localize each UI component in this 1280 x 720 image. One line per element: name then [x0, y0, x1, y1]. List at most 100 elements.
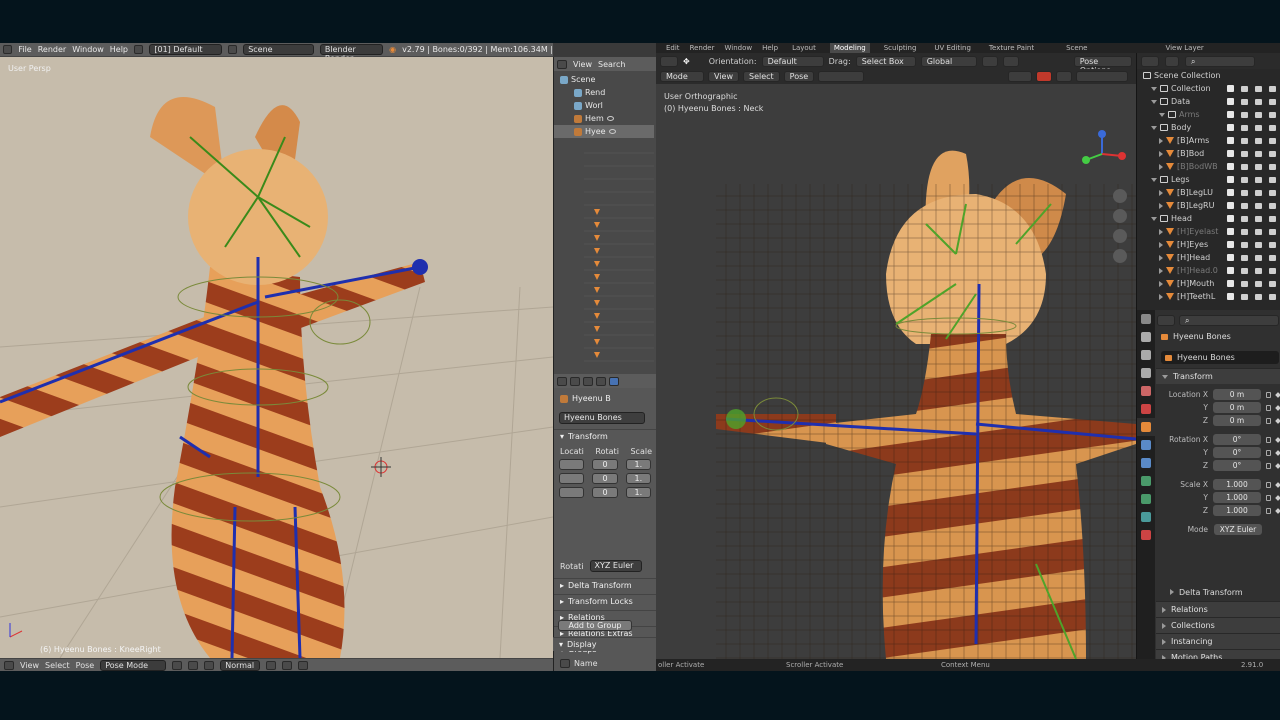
- modifier-tab[interactable]: [1137, 436, 1155, 454]
- snap-icon[interactable]: [282, 660, 293, 670]
- proportional-icon[interactable]: [1002, 55, 1019, 67]
- select-icon[interactable]: [1241, 85, 1248, 92]
- expand-chevron-icon[interactable]: [1159, 228, 1163, 235]
- bone-tab-icon[interactable]: [609, 376, 619, 386]
- camera-icon[interactable]: [1269, 163, 1276, 170]
- gizmo-icon[interactable]: [1036, 71, 1053, 82]
- outliner-row-body[interactable]: Body: [1137, 121, 1280, 134]
- select-icon[interactable]: [1241, 241, 1248, 248]
- outliner-row-collection[interactable]: Collection: [1137, 82, 1280, 95]
- eye-icon[interactable]: [1255, 150, 1262, 157]
- checkbox-icon[interactable]: [1227, 176, 1234, 183]
- mode-selector-291[interactable]: Mode: [660, 71, 704, 82]
- transform-locks-panel[interactable]: ▸ Transform Locks: [554, 594, 657, 608]
- scene-tab-icon[interactable]: [570, 376, 580, 386]
- manipulator-icon[interactable]: [204, 660, 215, 670]
- outliner-row-data[interactable]: Data: [1137, 95, 1280, 108]
- lock-icon[interactable]: [1266, 404, 1271, 411]
- eye-icon[interactable]: [1255, 202, 1262, 209]
- keyframe-icon[interactable]: [1275, 481, 1280, 488]
- scene-selector[interactable]: Scene: [243, 44, 314, 55]
- outliner-row-hyeenu[interactable]: Hyee: [554, 125, 654, 138]
- rotation-mode-selector-291[interactable]: XYZ Euler: [1214, 524, 1262, 535]
- expand-chevron-icon[interactable]: [1159, 150, 1163, 157]
- cursor-tool-icon[interactable]: ✥: [683, 57, 690, 66]
- outliner-row-world[interactable]: Worl: [554, 99, 654, 112]
- menu-help[interactable]: Help: [110, 45, 128, 54]
- outliner-row--h-eyelast[interactable]: [H]Eyelast: [1137, 225, 1280, 238]
- checkbox-icon[interactable]: [1227, 293, 1234, 300]
- workspace-tab-sculpting[interactable]: Sculpting: [880, 43, 921, 53]
- orientation-selector[interactable]: Default: [761, 55, 824, 67]
- select-icon[interactable]: [1241, 202, 1248, 209]
- select-icon[interactable]: [1241, 137, 1248, 144]
- outliner-search-field[interactable]: ⌕: [1185, 55, 1255, 67]
- name-checkbox-row[interactable]: Name: [560, 659, 598, 668]
- expand-chevron-icon[interactable]: [1159, 137, 1163, 144]
- outliner-row-legs[interactable]: Legs: [1137, 173, 1280, 186]
- keyframe-icon[interactable]: [1275, 391, 1280, 398]
- layout-selector[interactable]: [01] Default: [149, 44, 222, 55]
- camera-icon[interactable]: [1269, 111, 1276, 118]
- shading-modes-icons[interactable]: [1076, 71, 1129, 82]
- outliner-row--h-head[interactable]: [H]Head: [1137, 251, 1280, 264]
- eye-icon[interactable]: [1255, 215, 1262, 222]
- select-icon[interactable]: [1241, 215, 1248, 222]
- world-tab[interactable]: [1137, 400, 1155, 418]
- checkbox-icon[interactable]: [1227, 124, 1234, 131]
- editor-type-3d-icon[interactable]: [4, 660, 14, 670]
- menu-window[interactable]: Window: [72, 45, 104, 54]
- shading-icon[interactable]: [172, 660, 183, 670]
- select-icon[interactable]: [1241, 176, 1248, 183]
- expand-chevron-icon[interactable]: [1159, 267, 1163, 274]
- outliner-row--b-bod[interactable]: [B]Bod: [1137, 147, 1280, 160]
- menu-pose-left[interactable]: Pose: [76, 661, 95, 670]
- outliner-row-render[interactable]: Rend: [554, 86, 654, 99]
- overlay-icon[interactable]: [1008, 71, 1033, 82]
- expand-chevron-icon[interactable]: [1151, 99, 1157, 104]
- checkbox-icon[interactable]: [1227, 228, 1234, 235]
- view-layer-selector[interactable]: View Layer: [1161, 43, 1207, 53]
- properties-editor-icon[interactable]: [1157, 314, 1175, 326]
- workspace-tab-uv-editing[interactable]: UV Editing: [930, 43, 975, 53]
- menu-select-291[interactable]: Select: [742, 71, 780, 82]
- camera-icon[interactable]: [1269, 280, 1276, 287]
- camera-icon[interactable]: [1269, 215, 1276, 222]
- select-icon[interactable]: [1241, 98, 1248, 105]
- object-tab-icon[interactable]: [596, 376, 606, 386]
- menu-file[interactable]: File: [18, 45, 31, 54]
- scene-tab[interactable]: [1137, 382, 1155, 400]
- workspace-tab-modeling[interactable]: Modeling: [829, 43, 870, 53]
- render-tab-icon[interactable]: [557, 376, 567, 386]
- eye-icon[interactable]: [1255, 254, 1262, 261]
- menu-help-291[interactable]: Help: [762, 44, 778, 52]
- outliner-row-arms[interactable]: Arms: [1137, 108, 1280, 121]
- camera-icon[interactable]: [1269, 293, 1276, 300]
- expand-chevron-icon[interactable]: [1151, 177, 1157, 182]
- scale-x-field[interactable]: 1.: [625, 459, 651, 470]
- checkbox-icon[interactable]: [1227, 215, 1234, 222]
- expand-chevron-icon[interactable]: [1159, 112, 1165, 117]
- expand-chevron-icon[interactable]: [1159, 254, 1163, 261]
- eye-icon[interactable]: [1255, 124, 1262, 131]
- checkbox-icon[interactable]: [1227, 98, 1234, 105]
- loc-z-field[interactable]: 0 m: [1213, 415, 1261, 426]
- transform-orientation-selector[interactable]: Global: [920, 55, 977, 67]
- constraints-tab[interactable]: [1137, 490, 1155, 508]
- outliner-search-menu[interactable]: Search: [598, 60, 625, 69]
- select-icon[interactable]: [1241, 124, 1248, 131]
- viewport-3d-left[interactable]: User Persp (6) Hyeenu Bones : KneeRight: [0, 57, 553, 658]
- outliner-row--b-legru[interactable]: [B]LegRU: [1137, 199, 1280, 212]
- eye-icon[interactable]: [1255, 241, 1262, 248]
- object-name-field-291[interactable]: Hyeenu Bones: [1161, 351, 1279, 364]
- workspace-tab-layout[interactable]: Layout: [788, 43, 820, 53]
- outliner-row-scene-collection[interactable]: Scene Collection: [1137, 69, 1280, 82]
- outliner-row--h-head-0[interactable]: [H]Head.0: [1137, 264, 1280, 277]
- camera-icon[interactable]: [1269, 267, 1276, 274]
- section-collections[interactable]: Collections: [1156, 617, 1280, 633]
- lock-icon[interactable]: [1266, 462, 1271, 469]
- drag-selector[interactable]: Select Box: [855, 55, 916, 67]
- lock-icon[interactable]: [1266, 481, 1271, 488]
- scale-z-field[interactable]: 1.: [625, 487, 651, 498]
- render-engine-selector[interactable]: Blender Render: [319, 44, 384, 63]
